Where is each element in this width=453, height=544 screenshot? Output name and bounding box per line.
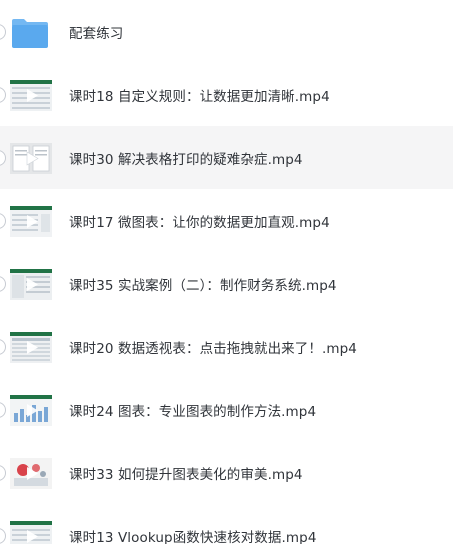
list-item-video[interactable]: 课时24 图表：专业图表的制作方法.mp4 (0, 378, 453, 441)
file-name: 课时24 图表：专业图表的制作方法.mp4 (69, 403, 317, 420)
file-name: 课时20 数据透视表：点击拖拽就出来了！.mp4 (69, 340, 357, 357)
file-name: 课时18 自定义规则：让数据更加清晰.mp4 (69, 88, 330, 105)
video-thumbnail-icon (10, 457, 52, 489)
video-thumbnail-icon (10, 205, 52, 237)
file-name: 课时35 实战案例（二）：制作财务系统.mp4 (69, 277, 337, 294)
list-item-video[interactable]: 课时18 自定义规则：让数据更加清晰.mp4 (0, 63, 453, 126)
file-name: 课时30 解决表格打印的疑难杂症.mp4 (69, 151, 303, 168)
list-item-video[interactable]: 课时35 实战案例（二）：制作财务系统.mp4 (0, 252, 453, 315)
list-item-video-selected[interactable]: 课时30 解决表格打印的疑难杂症.mp4 (0, 126, 453, 189)
video-thumbnail-icon (10, 520, 52, 544)
list-item-video[interactable]: 课时17 微图表：让你的数据更加直观.mp4 (0, 189, 453, 252)
video-thumbnail-icon (10, 79, 52, 111)
file-name: 课时17 微图表：让你的数据更加直观.mp4 (69, 214, 330, 231)
select-checkbox[interactable] (0, 464, 6, 481)
file-name: 课时13 Vlookup函数快速核对数据.mp4 (69, 529, 317, 544)
video-thumbnail-icon (10, 331, 52, 363)
select-checkbox[interactable] (0, 275, 6, 292)
select-checkbox[interactable] (0, 338, 6, 355)
file-name: 配套练习 (69, 25, 124, 42)
list-item-video[interactable]: 课时13 Vlookup函数快速核对数据.mp4 (0, 504, 453, 544)
video-thumbnail-icon (10, 142, 52, 174)
select-checkbox[interactable] (0, 149, 6, 166)
list-item-folder[interactable]: 配套练习 (0, 0, 453, 63)
file-list: 配套练习 课时18 自定义规则：让数据更加清晰.mp4 课时30 解决表格打印的… (0, 0, 453, 544)
select-checkbox[interactable] (0, 23, 6, 40)
select-checkbox[interactable] (0, 401, 6, 418)
video-thumbnail-icon (10, 394, 52, 426)
select-checkbox[interactable] (0, 527, 6, 544)
select-checkbox[interactable] (0, 212, 6, 229)
list-item-video[interactable]: 课时20 数据透视表：点击拖拽就出来了！.mp4 (0, 315, 453, 378)
file-name: 课时33 如何提升图表美化的审美.mp4 (69, 466, 303, 483)
list-item-video[interactable]: 课时33 如何提升图表美化的审美.mp4 (0, 441, 453, 504)
folder-icon (10, 16, 50, 50)
select-checkbox[interactable] (0, 86, 6, 103)
video-thumbnail-icon (10, 268, 52, 300)
